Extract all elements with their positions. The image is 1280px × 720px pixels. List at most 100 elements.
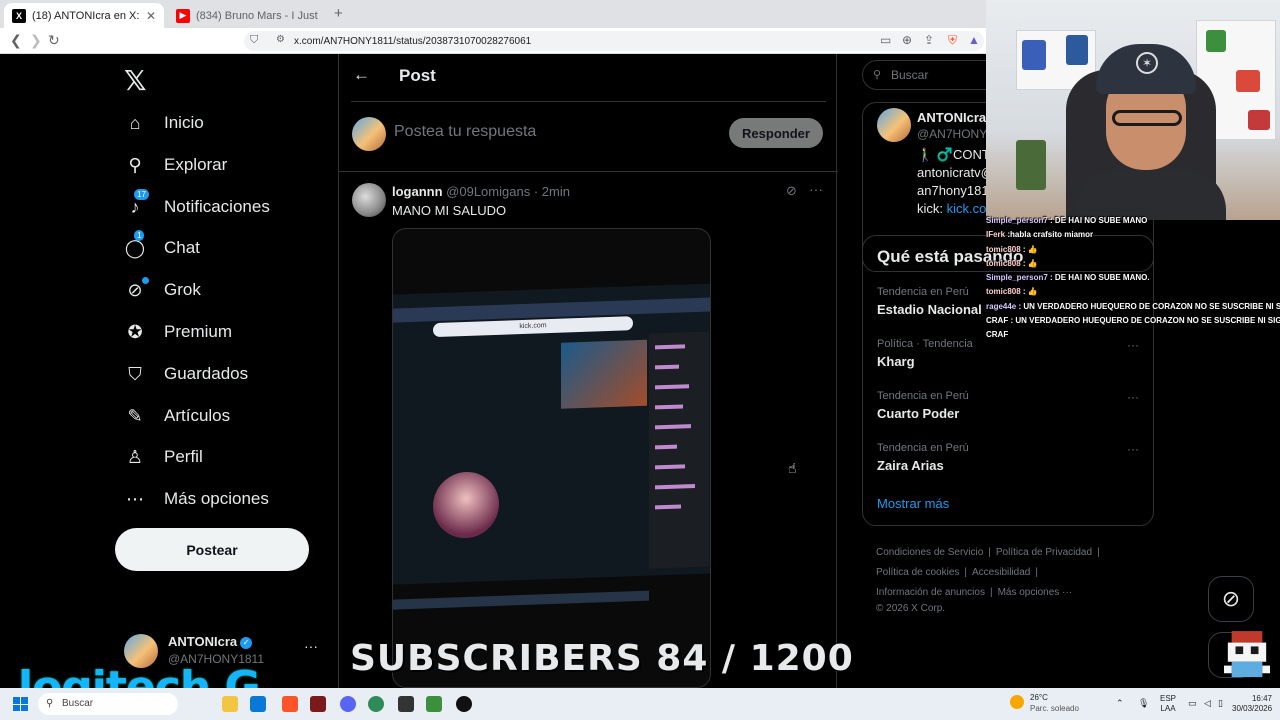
chat-count-badge: 1 [134,230,145,241]
zoom-icon[interactable]: ⊕ [902,33,912,47]
tweet-time[interactable]: · 2min [534,184,570,199]
back-arrow-icon[interactable]: ← [353,65,370,85]
bookmark-icon: ⛉ [128,363,142,384]
post-button[interactable]: Postear [115,528,309,571]
copyright: © 2026 X Corp. [876,603,946,614]
back-icon[interactable]: ❮ [10,32,22,49]
nav-item-explorar[interactable]: ⚲ Explorar [124,145,227,185]
video-frame: kick.com [393,283,710,610]
volume-icon[interactable]: ◁ [1204,698,1211,709]
avatar[interactable] [352,183,386,217]
tweet-text: MANO MI SALUDO [392,203,507,218]
grok-icon[interactable]: ⊘ [786,183,797,199]
video-avatar-circle [433,470,499,540]
reply-input[interactable]: Postea tu respuesta [394,123,536,141]
bookmark-page-icon[interactable]: ⛉ [250,34,258,47]
microphone-icon[interactable]: 🎙︎ [1138,698,1149,709]
ads-info-link[interactable]: Información de anuncios [876,587,985,598]
language-indicator[interactable]: ESP LAA [1160,694,1176,714]
more-icon[interactable]: ··· [1127,390,1139,404]
tweet-handle[interactable]: @09Lomigans [446,184,530,199]
cookies-link[interactable]: Política de cookies [876,567,959,578]
nav-label: Artículos [164,406,231,425]
show-more-link[interactable]: Mostrar más [877,496,949,511]
chat-icon: ◯ 1 [124,230,146,258]
close-tab-icon[interactable]: ✕ [146,9,156,23]
nav-item-perfil[interactable]: ♙ Perfil [124,437,203,477]
left-sidebar: 𝕏 ⌂ Inicio ⚲ Explorar ♪ 17 Notificaciones… [0,54,338,688]
address-bar[interactable]: ⛉ ⚙ x.com/AN7HONY1811/status/20387310700… [244,31,984,51]
obs-icon[interactable] [456,696,472,712]
network-icon[interactable]: ▭ [1188,698,1197,709]
reload-icon[interactable]: ↻ [48,32,60,49]
video-chat-line [655,364,679,370]
chat-message: CRAF [986,330,1009,340]
brave-browser-icon[interactable] [282,696,298,712]
app-icon[interactable] [398,696,414,712]
accessibility-link[interactable]: Accesibilidad [972,567,1030,578]
more-options-link[interactable]: Más opciones ··· [998,587,1072,598]
tab-title: (18) ANTONIcra en X: " ! ⬇️⬇️ [32,10,140,22]
nav-item-articulos[interactable]: ✎ Artículos [124,396,230,436]
rewards-icon[interactable]: ▲ [968,33,980,47]
app-icon[interactable] [368,696,384,712]
browser-tab-youtube[interactable]: ▶ (834) Bruno Mars - I Just Might [ [168,3,328,28]
more-icon[interactable]: ··· [1127,442,1139,456]
video-webcam [561,339,647,409]
nav-item-guardados[interactable]: ⛉ Guardados [124,354,248,394]
chevron-up-icon[interactable]: ⌃ [1116,698,1124,709]
tab-title: (834) Bruno Mars - I Just Might [ [196,9,320,22]
weather-condition: Parc. soleado [1030,704,1079,713]
search-icon: ⚲ [128,154,142,175]
tweet[interactable]: logannn @09Lomigans · 2min ⊘ ··· MANO MI… [339,172,838,688]
clock[interactable]: 16:47 30/03/2026 [1232,694,1272,714]
app-icon[interactable] [310,696,326,712]
nav-item-chat[interactable]: ◯ 1 Chat [124,228,200,268]
store-icon[interactable] [250,696,266,712]
more-icon[interactable]: ··· [809,181,823,197]
reply-composer: Postea tu respuesta Responder [339,102,838,172]
tweet-author[interactable]: logannn [392,184,443,199]
nav-item-grok[interactable]: ⊘ Grok [124,270,201,310]
new-tab-icon[interactable]: + [334,5,343,22]
windows-start-icon[interactable] [13,697,28,711]
trend-item[interactable]: Tendencia en Perú Cuarto Poder ··· [877,390,1147,436]
cap-logo-icon: ✶ [1136,52,1158,74]
grok-fab-icon[interactable]: ⊘ [1208,576,1254,622]
share-icon[interactable]: ⇪ [924,33,934,47]
nav-label: Premium [164,322,233,341]
nav-item-inicio[interactable]: ⌂ Inicio [124,103,204,143]
subscribers-overlay: SUBSCRIBERS 84 / 1200 [350,638,854,679]
browser-tab-active[interactable]: X (18) ANTONIcra en X: " ! ⬇️⬇️ ✕ [4,3,164,28]
forward-icon[interactable]: ❯ [30,32,42,49]
trend-item[interactable]: Tendencia en Perú Zaira Arias ··· [877,442,1147,488]
glasses [1112,110,1182,126]
minecraft-icon[interactable] [426,696,442,712]
file-explorer-icon[interactable] [222,696,238,712]
x-logo-icon[interactable]: 𝕏 [124,64,147,97]
chat-message: tomic808 : 👍 [986,258,1038,268]
cast-icon[interactable]: ▭ [880,33,891,47]
tweet-video[interactable]: kick.com [392,228,711,688]
chat-message: Simple_person7 : DE HAI NO SUBE MANO. [986,273,1150,283]
nav-item-notificaciones[interactable]: ♪ 17 Notificaciones [124,187,270,227]
streamer-shirt [1076,170,1226,220]
profile-bio-line: 🚶‍♂️ ♂️CONT [917,147,990,162]
trend-meta: Tendencia en Perú [877,390,969,402]
terms-link[interactable]: Condiciones de Servicio [876,547,983,558]
more-icon[interactable]: ··· [304,638,318,654]
taskbar-search[interactable]: ⚲ Buscar [38,693,178,715]
chat-message: IFerk :habla crafsito miamor [986,230,1094,240]
privacy-link[interactable]: Política de Privacidad [996,547,1092,558]
nav-item-mas-opciones[interactable]: ⋯ Más opciones [124,479,269,519]
post-header: ← Post [339,54,838,102]
sun-icon [1010,695,1024,709]
battery-icon[interactable]: ▯ [1218,698,1223,709]
reply-button[interactable]: Responder [729,118,823,148]
brave-shield-icon[interactable]: ⛨ [948,33,957,48]
nav-item-premium[interactable]: ✪ Premium [124,312,232,352]
chat-message: Simple_person7 : DE HAI NO SUBE MANO [986,216,1148,225]
site-info-icon[interactable]: ⚙ [276,34,285,45]
stream-chat-overlay: Simple_person7 : DE HAI NO SUBE MANO IFe… [986,214,1280,354]
discord-icon[interactable] [340,696,356,712]
